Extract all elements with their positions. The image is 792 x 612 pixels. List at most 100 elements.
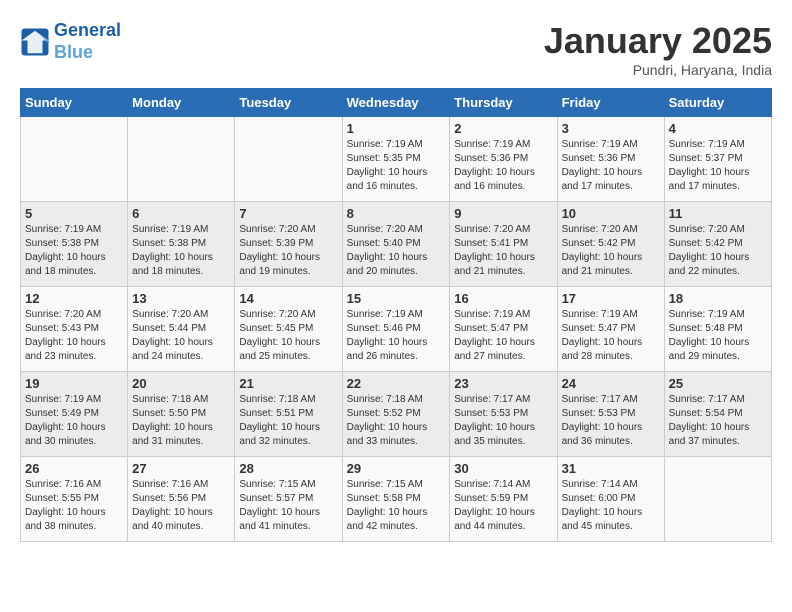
day-info: Sunrise: 7:20 AM Sunset: 5:42 PM Dayligh…: [669, 223, 767, 279]
day-info: Sunrise: 7:19 AM Sunset: 5:38 PM Dayligh…: [25, 223, 123, 279]
day-info: Sunrise: 7:19 AM Sunset: 5:46 PM Dayligh…: [347, 308, 446, 364]
day-info: Sunrise: 7:20 AM Sunset: 5:42 PM Dayligh…: [562, 223, 660, 279]
logo-icon: [20, 27, 50, 57]
day-number: 21: [239, 376, 337, 391]
week-row-3: 12 Sunrise: 7:20 AM Sunset: 5:43 PM Dayli…: [21, 287, 772, 372]
day-number: 24: [562, 376, 660, 391]
page-header: General Blue January 2025 Pundri, Haryan…: [20, 20, 772, 78]
day-number: 1: [347, 121, 446, 136]
day-info: Sunrise: 7:18 AM Sunset: 5:51 PM Dayligh…: [239, 393, 337, 449]
calendar-cell: [664, 457, 771, 542]
day-number: 19: [25, 376, 123, 391]
day-info: Sunrise: 7:19 AM Sunset: 5:36 PM Dayligh…: [454, 138, 552, 194]
calendar-cell: 3 Sunrise: 7:19 AM Sunset: 5:36 PM Daylig…: [557, 117, 664, 202]
day-info: Sunrise: 7:19 AM Sunset: 5:38 PM Dayligh…: [132, 223, 230, 279]
calendar-cell: [235, 117, 342, 202]
day-number: 7: [239, 206, 337, 221]
day-number: 12: [25, 291, 123, 306]
day-number: 29: [347, 461, 446, 476]
month-title: January 2025: [544, 20, 772, 62]
calendar-cell: 6 Sunrise: 7:19 AM Sunset: 5:38 PM Daylig…: [128, 202, 235, 287]
weekday-header-wednesday: Wednesday: [342, 89, 450, 117]
calendar-cell: 22 Sunrise: 7:18 AM Sunset: 5:52 PM Dayli…: [342, 372, 450, 457]
day-info: Sunrise: 7:19 AM Sunset: 5:37 PM Dayligh…: [669, 138, 767, 194]
day-number: 8: [347, 206, 446, 221]
day-number: 22: [347, 376, 446, 391]
calendar-cell: [21, 117, 128, 202]
day-number: 2: [454, 121, 552, 136]
day-number: 26: [25, 461, 123, 476]
calendar-cell: 17 Sunrise: 7:19 AM Sunset: 5:47 PM Dayli…: [557, 287, 664, 372]
location-subtitle: Pundri, Haryana, India: [544, 62, 772, 78]
day-info: Sunrise: 7:19 AM Sunset: 5:35 PM Dayligh…: [347, 138, 446, 194]
day-number: 10: [562, 206, 660, 221]
day-info: Sunrise: 7:19 AM Sunset: 5:47 PM Dayligh…: [562, 308, 660, 364]
logo: General Blue: [20, 20, 121, 63]
day-number: 6: [132, 206, 230, 221]
day-info: Sunrise: 7:20 AM Sunset: 5:41 PM Dayligh…: [454, 223, 552, 279]
calendar-cell: 27Sunrise: 7:16 AM Sunset: 5:56 PM Dayli…: [128, 457, 235, 542]
day-number: 25: [669, 376, 767, 391]
calendar-cell: 7 Sunrise: 7:20 AM Sunset: 5:39 PM Daylig…: [235, 202, 342, 287]
day-number: 18: [669, 291, 767, 306]
day-info: Sunrise: 7:17 AM Sunset: 5:54 PM Dayligh…: [669, 393, 767, 449]
weekday-header-sunday: Sunday: [21, 89, 128, 117]
day-info: Sunrise: 7:20 AM Sunset: 5:43 PM Dayligh…: [25, 308, 123, 364]
day-number: 17: [562, 291, 660, 306]
day-info: Sunrise: 7:20 AM Sunset: 5:39 PM Dayligh…: [239, 223, 337, 279]
day-number: 11: [669, 206, 767, 221]
day-number: 28: [239, 461, 337, 476]
day-number: 27: [132, 461, 230, 476]
day-info: Sunrise: 7:18 AM Sunset: 5:52 PM Dayligh…: [347, 393, 446, 449]
day-info: Sunrise: 7:16 AM Sunset: 5:55 PM Dayligh…: [25, 478, 123, 534]
day-number: 14: [239, 291, 337, 306]
week-row-1: 1 Sunrise: 7:19 AM Sunset: 5:35 PM Daylig…: [21, 117, 772, 202]
calendar-cell: 4 Sunrise: 7:19 AM Sunset: 5:37 PM Daylig…: [664, 117, 771, 202]
weekday-header-tuesday: Tuesday: [235, 89, 342, 117]
day-number: 5: [25, 206, 123, 221]
day-info: Sunrise: 7:15 AM Sunset: 5:58 PM Dayligh…: [347, 478, 446, 534]
calendar-cell: 1 Sunrise: 7:19 AM Sunset: 5:35 PM Daylig…: [342, 117, 450, 202]
day-info: Sunrise: 7:20 AM Sunset: 5:45 PM Dayligh…: [239, 308, 337, 364]
weekday-header-row: SundayMondayTuesdayWednesdayThursdayFrid…: [21, 89, 772, 117]
day-number: 31: [562, 461, 660, 476]
calendar-cell: 18Sunrise: 7:19 AM Sunset: 5:48 PM Dayli…: [664, 287, 771, 372]
calendar-cell: 2 Sunrise: 7:19 AM Sunset: 5:36 PM Daylig…: [450, 117, 557, 202]
calendar-cell: 15Sunrise: 7:19 AM Sunset: 5:46 PM Dayli…: [342, 287, 450, 372]
day-info: Sunrise: 7:17 AM Sunset: 5:53 PM Dayligh…: [562, 393, 660, 449]
calendar-cell: 21 Sunrise: 7:18 AM Sunset: 5:51 PM Dayli…: [235, 372, 342, 457]
calendar-cell: 28Sunrise: 7:15 AM Sunset: 5:57 PM Dayli…: [235, 457, 342, 542]
calendar-cell: 9Sunrise: 7:20 AM Sunset: 5:41 PM Daylig…: [450, 202, 557, 287]
day-info: Sunrise: 7:14 AM Sunset: 5:59 PM Dayligh…: [454, 478, 552, 534]
day-info: Sunrise: 7:19 AM Sunset: 5:47 PM Dayligh…: [454, 308, 552, 364]
title-block: January 2025 Pundri, Haryana, India: [544, 20, 772, 78]
calendar-table: SundayMondayTuesdayWednesdayThursdayFrid…: [20, 88, 772, 542]
calendar-cell: 11 Sunrise: 7:20 AM Sunset: 5:42 PM Dayli…: [664, 202, 771, 287]
calendar-cell: 10 Sunrise: 7:20 AM Sunset: 5:42 PM Dayli…: [557, 202, 664, 287]
calendar-cell: 19Sunrise: 7:19 AM Sunset: 5:49 PM Dayli…: [21, 372, 128, 457]
weekday-header-friday: Friday: [557, 89, 664, 117]
calendar-cell: 13Sunrise: 7:20 AM Sunset: 5:44 PM Dayli…: [128, 287, 235, 372]
week-row-4: 19Sunrise: 7:19 AM Sunset: 5:49 PM Dayli…: [21, 372, 772, 457]
calendar-cell: 14 Sunrise: 7:20 AM Sunset: 5:45 PM Dayli…: [235, 287, 342, 372]
calendar-cell: 16Sunrise: 7:19 AM Sunset: 5:47 PM Dayli…: [450, 287, 557, 372]
day-info: Sunrise: 7:19 AM Sunset: 5:36 PM Dayligh…: [562, 138, 660, 194]
day-info: Sunrise: 7:17 AM Sunset: 5:53 PM Dayligh…: [454, 393, 552, 449]
calendar-cell: 24 Sunrise: 7:17 AM Sunset: 5:53 PM Dayli…: [557, 372, 664, 457]
day-number: 4: [669, 121, 767, 136]
calendar-cell: 8Sunrise: 7:20 AM Sunset: 5:40 PM Daylig…: [342, 202, 450, 287]
calendar-cell: 26 Sunrise: 7:16 AM Sunset: 5:55 PM Dayli…: [21, 457, 128, 542]
day-info: Sunrise: 7:20 AM Sunset: 5:44 PM Dayligh…: [132, 308, 230, 364]
day-number: 20: [132, 376, 230, 391]
day-number: 30: [454, 461, 552, 476]
logo-text: General Blue: [54, 20, 121, 63]
calendar-cell: 20Sunrise: 7:18 AM Sunset: 5:50 PM Dayli…: [128, 372, 235, 457]
weekday-header-monday: Monday: [128, 89, 235, 117]
calendar-cell: [128, 117, 235, 202]
calendar-cell: 30 Sunrise: 7:14 AM Sunset: 5:59 PM Dayli…: [450, 457, 557, 542]
day-info: Sunrise: 7:14 AM Sunset: 6:00 PM Dayligh…: [562, 478, 660, 534]
day-number: 3: [562, 121, 660, 136]
day-number: 23: [454, 376, 552, 391]
week-row-2: 5 Sunrise: 7:19 AM Sunset: 5:38 PM Daylig…: [21, 202, 772, 287]
weekday-header-saturday: Saturday: [664, 89, 771, 117]
